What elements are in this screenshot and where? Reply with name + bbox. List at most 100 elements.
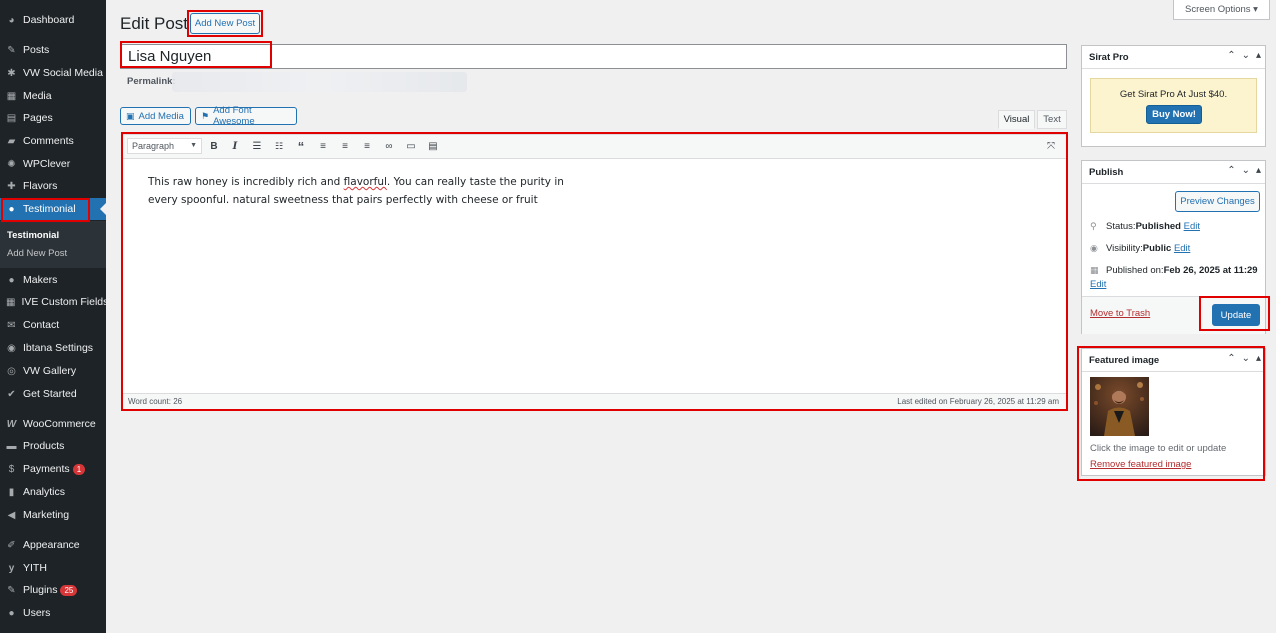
visibility-row: ◉ Visibility: Public Edit xyxy=(1090,243,1191,254)
align-center-icon[interactable]: ≡ xyxy=(337,138,353,154)
collapse-icon[interactable]: ▴ xyxy=(1256,165,1261,176)
word-count: Word count: 26 xyxy=(128,397,183,406)
paragraph-format-select[interactable]: Paragraph ▼ xyxy=(127,138,202,154)
sidebar-item-ive-custom-fields[interactable]: ▦ IVE Custom Fields xyxy=(0,291,108,313)
numbered-list-icon[interactable]: ☷ xyxy=(271,138,287,154)
align-left-icon[interactable]: ≡ xyxy=(315,138,331,154)
remove-featured-image-link[interactable]: Remove featured image xyxy=(1090,459,1191,470)
sirat-pro-panel: Sirat Pro ⌃ ⌄ ▴ Get Sirat Pro At Just $40.… xyxy=(1081,45,1266,147)
editor-content[interactable]: This raw honey is incredibly rich and fl… xyxy=(148,173,708,209)
read-more-icon[interactable]: ▭ xyxy=(403,138,419,154)
eye-icon: ◉ xyxy=(1090,243,1098,253)
mail-icon: ✉ xyxy=(7,319,16,331)
submenu-testimonial[interactable]: Testimonial xyxy=(7,230,59,241)
blockquote-icon[interactable]: “ xyxy=(293,138,309,154)
permalink-label: Permalink: xyxy=(127,76,176,87)
screen-options-button[interactable]: Screen Options ▾ xyxy=(1173,0,1270,20)
sidebar-item-products[interactable]: ▬ Products xyxy=(0,435,106,457)
featured-image-photo xyxy=(1090,377,1149,436)
edit-status-link[interactable]: Edit xyxy=(1184,221,1200,232)
chevron-down-icon[interactable]: ⌄ xyxy=(1242,165,1250,176)
chevron-up-icon[interactable]: ⌃ xyxy=(1227,165,1235,176)
post-title-input[interactable]: Lisa Nguyen xyxy=(120,44,1067,69)
sidebar-item-flavors[interactable]: ✚ Flavors xyxy=(0,175,106,197)
sidebar-item-vw-gallery[interactable]: ◎ VW Gallery xyxy=(0,360,106,382)
page-title: Edit Post xyxy=(120,14,189,33)
sidebar-submenu: Testimonial Add New Post xyxy=(0,221,106,268)
sirat-promo-box: Get Sirat Pro At Just $40. Buy Now! xyxy=(1090,78,1257,133)
toolbar-toggle-icon[interactable]: ▤ xyxy=(425,138,441,154)
collapse-icon[interactable]: ▴ xyxy=(1256,50,1261,61)
sparkle-icon: ✺ xyxy=(7,158,16,170)
sidebar-item-testimonial[interactable]: ● Testimonial xyxy=(0,198,106,220)
panel-title: Publish xyxy=(1089,167,1124,178)
sidebar-item-appearance[interactable]: ✐ Appearance xyxy=(0,534,106,556)
sidebar-item-analytics[interactable]: ▮ Analytics xyxy=(0,481,106,503)
sidebar-item-wpclever[interactable]: ✺ WPClever xyxy=(0,153,106,175)
italic-icon[interactable]: I xyxy=(227,138,243,154)
yith-icon: y xyxy=(8,562,15,574)
sidebar-item-comments[interactable]: ▰ Comments xyxy=(0,130,106,152)
preview-changes-button[interactable]: Preview Changes xyxy=(1175,191,1260,212)
users-icon: ● xyxy=(8,274,15,286)
submenu-add-new-post[interactable]: Add New Post xyxy=(7,248,67,259)
editor-status-bar: Word count: 26 Last edited on February 2… xyxy=(123,393,1066,409)
chevron-down-icon[interactable]: ⌄ xyxy=(1242,50,1250,61)
panel-controls: ⌃ ⌄ ▴ xyxy=(1227,353,1261,364)
edit-date-link[interactable]: Edit xyxy=(1090,279,1106,290)
add-font-awesome-button[interactable]: ⚑ Add Font Awesome xyxy=(195,105,297,127)
media-icon: ▦ xyxy=(6,90,17,102)
sidebar-item-pages[interactable]: ▤ Pages xyxy=(0,107,106,129)
bullet-list-icon[interactable]: ☰ xyxy=(249,138,265,154)
bold-icon[interactable]: B xyxy=(206,138,222,154)
active-menu-arrow xyxy=(100,203,106,215)
fullscreen-icon[interactable]: ⤧ xyxy=(1043,138,1059,154)
trash-row: Move to Trash xyxy=(1090,308,1150,319)
sidebar-item-posts[interactable]: ✎ Posts xyxy=(0,39,106,61)
sidebar-item-vw-social-media[interactable]: ✱ VW Social Media xyxy=(0,62,106,84)
sidebar-item-woocommerce[interactable]: W WooCommerce xyxy=(0,413,106,435)
sidebar-item-media[interactable]: ▦ Media xyxy=(0,85,106,107)
comment-icon: ▰ xyxy=(7,135,16,147)
chevron-down-icon: ▼ xyxy=(190,142,197,149)
edit-visibility-link[interactable]: Edit xyxy=(1174,243,1190,254)
update-button[interactable]: Update xyxy=(1212,304,1260,326)
move-to-trash-link[interactable]: Move to Trash xyxy=(1090,308,1150,319)
chart-icon: ▮ xyxy=(8,486,15,498)
post-editor[interactable]: Paragraph ▼ B I ☰ ☷ “ ≡ ≡ ≡ ∞ ▭ ▤ ⤧ This … xyxy=(122,134,1067,410)
buy-now-button[interactable]: Buy Now! xyxy=(1146,105,1202,124)
status-row: ⚲ Status: Published Edit xyxy=(1090,221,1200,232)
add-media-button[interactable]: ▣ Add Media xyxy=(120,107,191,125)
sidebar-item-get-started[interactable]: ✔ Get Started xyxy=(0,383,106,405)
publish-panel: Publish ⌃ ⌄ ▴ Preview Changes ⚲ Status: Pub… xyxy=(1081,160,1266,334)
align-right-icon[interactable]: ≡ xyxy=(359,138,375,154)
collapse-icon[interactable]: ▴ xyxy=(1256,353,1261,364)
chevron-up-icon[interactable]: ⌃ xyxy=(1227,50,1235,61)
sidebar-item-contact[interactable]: ✉ Contact xyxy=(0,314,106,336)
brush-icon: ✐ xyxy=(7,539,16,551)
sidebar-item-makers[interactable]: ● Makers xyxy=(0,269,106,291)
chevron-up-icon[interactable]: ⌃ xyxy=(1227,353,1235,364)
payments-badge: 1 xyxy=(72,463,86,475)
link-icon[interactable]: ∞ xyxy=(381,138,397,154)
add-new-post-button[interactable]: Add New Post xyxy=(190,13,260,34)
sidebar-item-ibtana-settings[interactable]: ◉ Ibtana Settings xyxy=(0,337,106,359)
tab-visual[interactable]: Visual xyxy=(998,110,1035,129)
sidebar-item-marketing[interactable]: ◀ Marketing xyxy=(0,504,106,526)
user-icon: ● xyxy=(8,203,15,215)
pin-icon: ✎ xyxy=(7,44,16,56)
spellcheck-word: flavorful xyxy=(343,176,387,188)
plugins-badge: 25 xyxy=(60,584,78,596)
tab-text[interactable]: Text xyxy=(1037,110,1067,129)
sidebar-item-payments[interactable]: $ Payments 1 xyxy=(0,458,106,480)
editor-line-1: This raw honey is incredibly rich and fl… xyxy=(148,176,564,188)
featured-image-thumbnail[interactable] xyxy=(1090,377,1149,436)
plugin-icon: ✎ xyxy=(7,584,16,596)
chevron-down-icon[interactable]: ⌄ xyxy=(1242,353,1250,364)
sidebar-item-plugins[interactable]: ✎ Plugins 25 xyxy=(0,579,106,601)
sidebar-item-yith[interactable]: y YITH xyxy=(0,557,106,579)
page-icon: ▤ xyxy=(6,112,17,124)
sidebar-item-users[interactable]: ● Users xyxy=(0,602,106,624)
user-icon: ● xyxy=(8,607,15,619)
sidebar-item-dashboard[interactable]: ◕ Dashboard xyxy=(0,9,106,31)
